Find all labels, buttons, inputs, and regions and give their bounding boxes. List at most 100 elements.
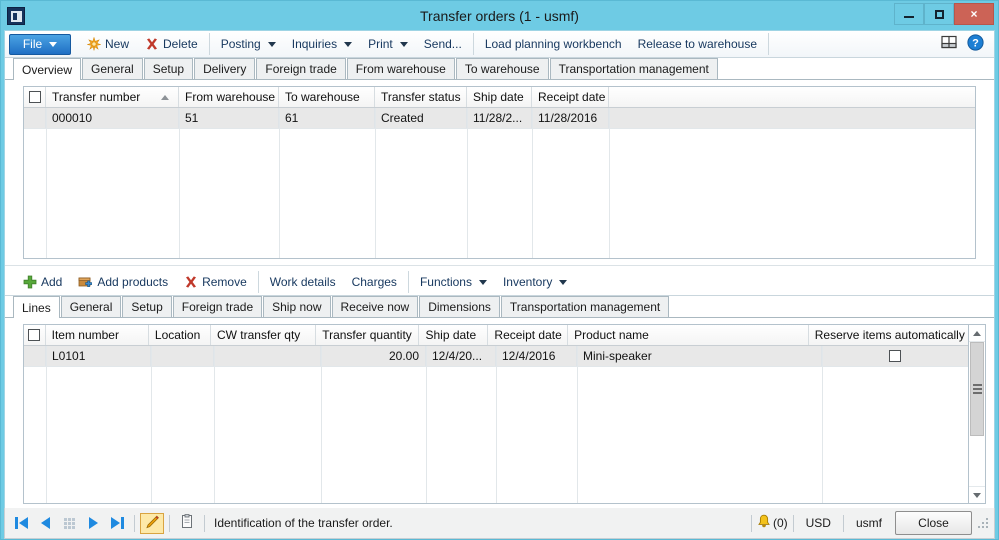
company-label: usmf <box>855 516 882 530</box>
tab-delivery[interactable]: Delivery <box>194 58 256 79</box>
tab-from-warehouse[interactable]: From warehouse <box>346 58 455 79</box>
column-header-reserve-items-automatically[interactable]: Reserve items automatically <box>809 325 968 345</box>
scrollbar-thumb[interactable] <box>970 342 984 436</box>
cell-receipt-date[interactable]: 12/4/2016 <box>496 346 577 366</box>
cell-ship-date[interactable]: 12/4/20... <box>426 346 496 366</box>
tab-lines-general[interactable]: General <box>60 296 122 317</box>
tab-overview[interactable]: Overview <box>13 58 82 80</box>
add-products-button[interactable]: Add products <box>70 271 176 294</box>
transfer-orders-grid: Transfer number From warehouse To wareho… <box>23 86 976 259</box>
select-all-checkbox[interactable] <box>28 329 41 341</box>
cell-receipt-date[interactable]: 11/28/2016 <box>532 108 609 128</box>
work-details-button[interactable]: Work details <box>262 271 344 294</box>
load-planning-workbench-button[interactable]: Load planning workbench <box>477 33 630 56</box>
close-window-button[interactable]: × <box>954 3 994 25</box>
table-row[interactable]: L0101 20.00 12/4/20... 12/4/2016 Mini-sp… <box>24 346 968 366</box>
chevron-down-icon <box>559 279 568 285</box>
reserve-items-checkbox[interactable] <box>889 350 901 362</box>
title-bar: Transfer orders (1 - usmf) × <box>1 1 998 30</box>
cell-from-warehouse[interactable]: 51 <box>179 108 279 128</box>
cell-item-number[interactable]: L0101 <box>46 346 151 366</box>
column-header-from-warehouse[interactable]: From warehouse <box>179 87 279 107</box>
tab-lines-dimensions[interactable]: Dimensions <box>419 296 500 317</box>
cell-transfer-number[interactable]: 000010 <box>46 108 179 128</box>
edit-record-button[interactable] <box>140 512 164 534</box>
remove-button[interactable]: Remove <box>176 271 255 294</box>
charges-button[interactable]: Charges <box>344 271 405 294</box>
cell-location[interactable] <box>151 346 214 366</box>
file-menu-button[interactable]: File <box>9 33 71 55</box>
tab-setup[interactable]: Setup <box>143 58 194 79</box>
inquiries-menu[interactable]: Inquiries <box>284 33 360 56</box>
previous-record-button[interactable] <box>33 511 57 535</box>
column-header-cw-transfer-qty[interactable]: CW transfer qty <box>211 325 317 345</box>
send-menu[interactable]: Send... <box>416 33 470 56</box>
delete-button[interactable]: Delete <box>137 33 206 56</box>
tab-lines-receive-now[interactable]: Receive now <box>331 296 419 317</box>
column-header-location[interactable]: Location <box>149 325 211 345</box>
next-record-button[interactable] <box>81 511 105 535</box>
next-record-icon <box>88 517 98 529</box>
cell-to-warehouse[interactable]: 61 <box>279 108 375 128</box>
scroll-up-button[interactable] <box>969 325 985 342</box>
add-button[interactable]: Add <box>15 271 70 294</box>
functions-menu[interactable]: Functions <box>412 271 495 294</box>
cell-product-name[interactable]: Mini-speaker <box>577 346 822 366</box>
inventory-menu[interactable]: Inventory <box>495 271 575 294</box>
tab-lines-foreign-trade[interactable]: Foreign trade <box>172 296 263 317</box>
select-all-header[interactable] <box>24 87 46 107</box>
column-header-ship-date[interactable]: Ship date <box>419 325 489 345</box>
tab-lines-setup[interactable]: Setup <box>122 296 172 317</box>
posting-menu[interactable]: Posting <box>213 33 284 56</box>
cell-transfer-status[interactable]: Created <box>375 108 467 128</box>
last-record-button[interactable] <box>105 511 129 535</box>
scroll-down-icon <box>973 492 981 498</box>
cell-ship-date[interactable]: 11/28/2... <box>467 108 532 128</box>
column-header-receipt-date[interactable]: Receipt date <box>532 87 609 107</box>
column-header-ship-date[interactable]: Ship date <box>467 87 532 107</box>
book-icon[interactable] <box>941 35 957 53</box>
minimize-button[interactable] <box>894 3 924 25</box>
column-header-transfer-quantity[interactable]: Transfer quantity <box>316 325 420 345</box>
maximize-button[interactable] <box>924 3 954 25</box>
scrollbar-track[interactable] <box>969 342 985 486</box>
cell-cw-transfer-qty[interactable] <box>214 346 321 366</box>
tab-to-warehouse[interactable]: To warehouse <box>455 58 549 79</box>
cell-reserve-items-automatically[interactable] <box>822 346 968 366</box>
tab-foreign-trade[interactable]: Foreign trade <box>256 58 346 79</box>
status-right-group: (0) USD usmf Close <box>746 511 990 535</box>
grid-view-button[interactable] <box>57 511 81 535</box>
first-record-icon <box>14 517 28 529</box>
select-all-header[interactable] <box>24 325 46 345</box>
first-record-button[interactable] <box>9 511 33 535</box>
tab-transportation-management[interactable]: Transportation management <box>549 58 718 79</box>
column-header-receipt-date[interactable]: Receipt date <box>488 325 569 345</box>
clipboard-button[interactable] <box>175 511 199 535</box>
tab-lines-transportation-management[interactable]: Transportation management <box>500 296 670 317</box>
column-header-product-name[interactable]: Product name <box>568 325 809 345</box>
grid-header-row: Transfer number From warehouse To wareho… <box>24 87 975 108</box>
tab-lines-ship-now[interactable]: Ship now <box>263 296 331 317</box>
cell-filler <box>609 108 975 128</box>
cell-transfer-quantity[interactable]: 20.00 <box>321 346 426 366</box>
status-separator <box>134 514 135 532</box>
help-icon[interactable]: ? <box>967 34 984 54</box>
column-header-to-warehouse[interactable]: To warehouse <box>279 87 375 107</box>
close-button[interactable]: Close <box>895 511 972 535</box>
row-select-cell[interactable] <box>24 108 46 128</box>
tab-general[interactable]: General <box>82 58 143 79</box>
new-button[interactable]: New <box>79 33 137 56</box>
select-all-checkbox[interactable] <box>28 91 41 103</box>
release-to-warehouse-button[interactable]: Release to warehouse <box>630 33 765 56</box>
tab-lines[interactable]: Lines <box>13 296 60 318</box>
row-select-cell[interactable] <box>24 346 46 366</box>
scroll-down-button[interactable] <box>969 486 985 503</box>
column-header-item-number[interactable]: Item number <box>46 325 149 345</box>
resize-grip[interactable] <box>976 516 990 530</box>
column-header-transfer-number[interactable]: Transfer number <box>46 87 179 107</box>
print-menu[interactable]: Print <box>360 33 416 56</box>
alerts-indicator[interactable]: (0) <box>757 514 788 532</box>
table-row[interactable]: 000010 51 61 Created 11/28/2... 11/28/20… <box>24 108 975 128</box>
lines-grid-scrollbar[interactable] <box>969 324 986 504</box>
column-header-transfer-status[interactable]: Transfer status <box>375 87 467 107</box>
